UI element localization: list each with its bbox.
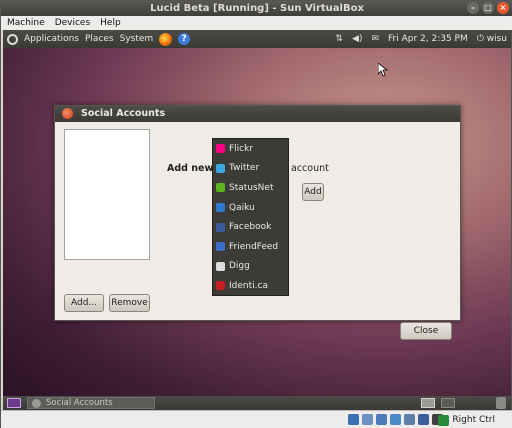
dropdown-item-twitter[interactable]: Twitter bbox=[213, 159, 288, 179]
accounts-list[interactable] bbox=[64, 129, 150, 260]
window-titlebar: Lucid Beta [Running] - Sun VirtualBox – … bbox=[1, 1, 512, 16]
identica-icon bbox=[216, 281, 225, 291]
bottom-panel: Social Accounts bbox=[3, 396, 511, 410]
guest-desktop: Applications Places System ? ⇅ ◀) ✉ Fri … bbox=[3, 30, 511, 396]
power-icon: ⏻ bbox=[476, 34, 487, 44]
vbox-menubar: Machine Devices Help bbox=[1, 16, 512, 30]
add-button[interactable]: Add... bbox=[64, 294, 104, 312]
dropdown-item-identi-ca[interactable]: Identi.ca bbox=[213, 276, 288, 296]
close-window-button[interactable]: × bbox=[497, 2, 509, 14]
dialog-title: Social Accounts bbox=[81, 108, 166, 119]
menu-help[interactable]: Help bbox=[100, 16, 121, 30]
panel-user[interactable]: ⏻ wisu bbox=[477, 30, 507, 48]
maximize-button[interactable]: □ bbox=[482, 2, 494, 14]
menu-devices[interactable]: Devices bbox=[55, 16, 90, 30]
account-label: account bbox=[291, 163, 329, 174]
dropdown-item-flickr[interactable]: Flickr bbox=[213, 139, 288, 159]
show-desktop-icon[interactable] bbox=[7, 398, 21, 408]
twitter-icon bbox=[216, 163, 225, 173]
dropdown-item-label: FriendFeed bbox=[229, 241, 279, 252]
host-key-label: Right Ctrl bbox=[452, 415, 495, 425]
vbox-statusbar: Right Ctrl bbox=[1, 410, 512, 428]
window-icon bbox=[32, 399, 41, 408]
usb-icon[interactable] bbox=[404, 414, 415, 425]
panel-menu-applications[interactable]: Applications bbox=[24, 30, 79, 48]
dropdown-item-friendfeed[interactable]: FriendFeed bbox=[213, 237, 288, 257]
mail-icon[interactable]: ✉ bbox=[371, 30, 379, 48]
add-account-button[interactable]: Add bbox=[302, 183, 324, 201]
trash-icon[interactable] bbox=[496, 397, 506, 409]
friendfeed-icon bbox=[216, 242, 225, 252]
firefox-icon[interactable] bbox=[159, 32, 173, 46]
dropdown-item-label: Facebook bbox=[229, 222, 272, 233]
dropdown-item-qaiku[interactable]: Qaiku bbox=[213, 198, 288, 218]
menu-machine[interactable]: Machine bbox=[7, 16, 45, 30]
volume-icon[interactable]: ◀) bbox=[352, 30, 362, 48]
workspace-1[interactable] bbox=[421, 398, 435, 408]
shared-folder-icon[interactable] bbox=[418, 414, 429, 425]
cd-icon[interactable] bbox=[362, 414, 373, 425]
dialog-close-icon[interactable] bbox=[62, 108, 73, 119]
workspace-2[interactable] bbox=[441, 398, 455, 408]
facebook-icon bbox=[216, 222, 225, 232]
window-title: Lucid Beta [Running] - Sun VirtualBox bbox=[150, 3, 364, 14]
account-type-dropdown: Flickr Twitter StatusNet Qaiku Facebook Frien… bbox=[212, 138, 289, 296]
dropdown-item-label: Qaiku bbox=[229, 202, 255, 213]
help-icon[interactable]: ? bbox=[178, 33, 191, 45]
hard-disk-icon[interactable] bbox=[348, 414, 359, 425]
network-adapter-icon[interactable] bbox=[390, 414, 401, 425]
ubuntu-logo-icon[interactable] bbox=[7, 33, 18, 45]
digg-icon bbox=[216, 261, 225, 271]
dialog-titlebar: Social Accounts bbox=[55, 106, 460, 122]
add-new-label: Add new bbox=[167, 163, 214, 174]
dropdown-item-facebook[interactable]: Facebook bbox=[213, 217, 288, 237]
floppy-icon[interactable] bbox=[376, 414, 387, 425]
dropdown-item-label: StatusNet bbox=[229, 182, 274, 193]
top-panel: Applications Places System ? ⇅ ◀) ✉ Fri … bbox=[3, 30, 511, 48]
dropdown-item-label: Digg bbox=[229, 261, 250, 272]
panel-menu-system[interactable]: System bbox=[120, 30, 154, 48]
panel-username: wisu bbox=[486, 34, 507, 44]
remove-button[interactable]: Remove bbox=[109, 294, 150, 312]
close-button[interactable]: Close bbox=[400, 322, 452, 340]
qaiku-icon bbox=[216, 203, 225, 213]
dropdown-item-digg[interactable]: Digg bbox=[213, 257, 288, 277]
statusnet-icon bbox=[216, 183, 225, 193]
flickr-icon bbox=[216, 144, 225, 154]
panel-datetime[interactable]: Fri Apr 2, 2:35 PM bbox=[388, 30, 468, 48]
dropdown-item-label: Twitter bbox=[229, 163, 260, 174]
taskbar-item-label: Social Accounts bbox=[46, 398, 113, 408]
dropdown-item-label: Identi.ca bbox=[229, 280, 268, 291]
minimize-button[interactable]: – bbox=[467, 2, 479, 14]
dropdown-item-label: Flickr bbox=[229, 143, 254, 154]
host-key-icon bbox=[438, 414, 450, 426]
panel-menu-places[interactable]: Places bbox=[85, 30, 114, 48]
taskbar-item-social-accounts[interactable]: Social Accounts bbox=[27, 397, 155, 409]
virtualbox-window: Lucid Beta [Running] - Sun VirtualBox – … bbox=[0, 0, 512, 428]
dropdown-item-statusnet[interactable]: StatusNet bbox=[213, 178, 288, 198]
network-icon[interactable]: ⇅ bbox=[335, 30, 343, 48]
